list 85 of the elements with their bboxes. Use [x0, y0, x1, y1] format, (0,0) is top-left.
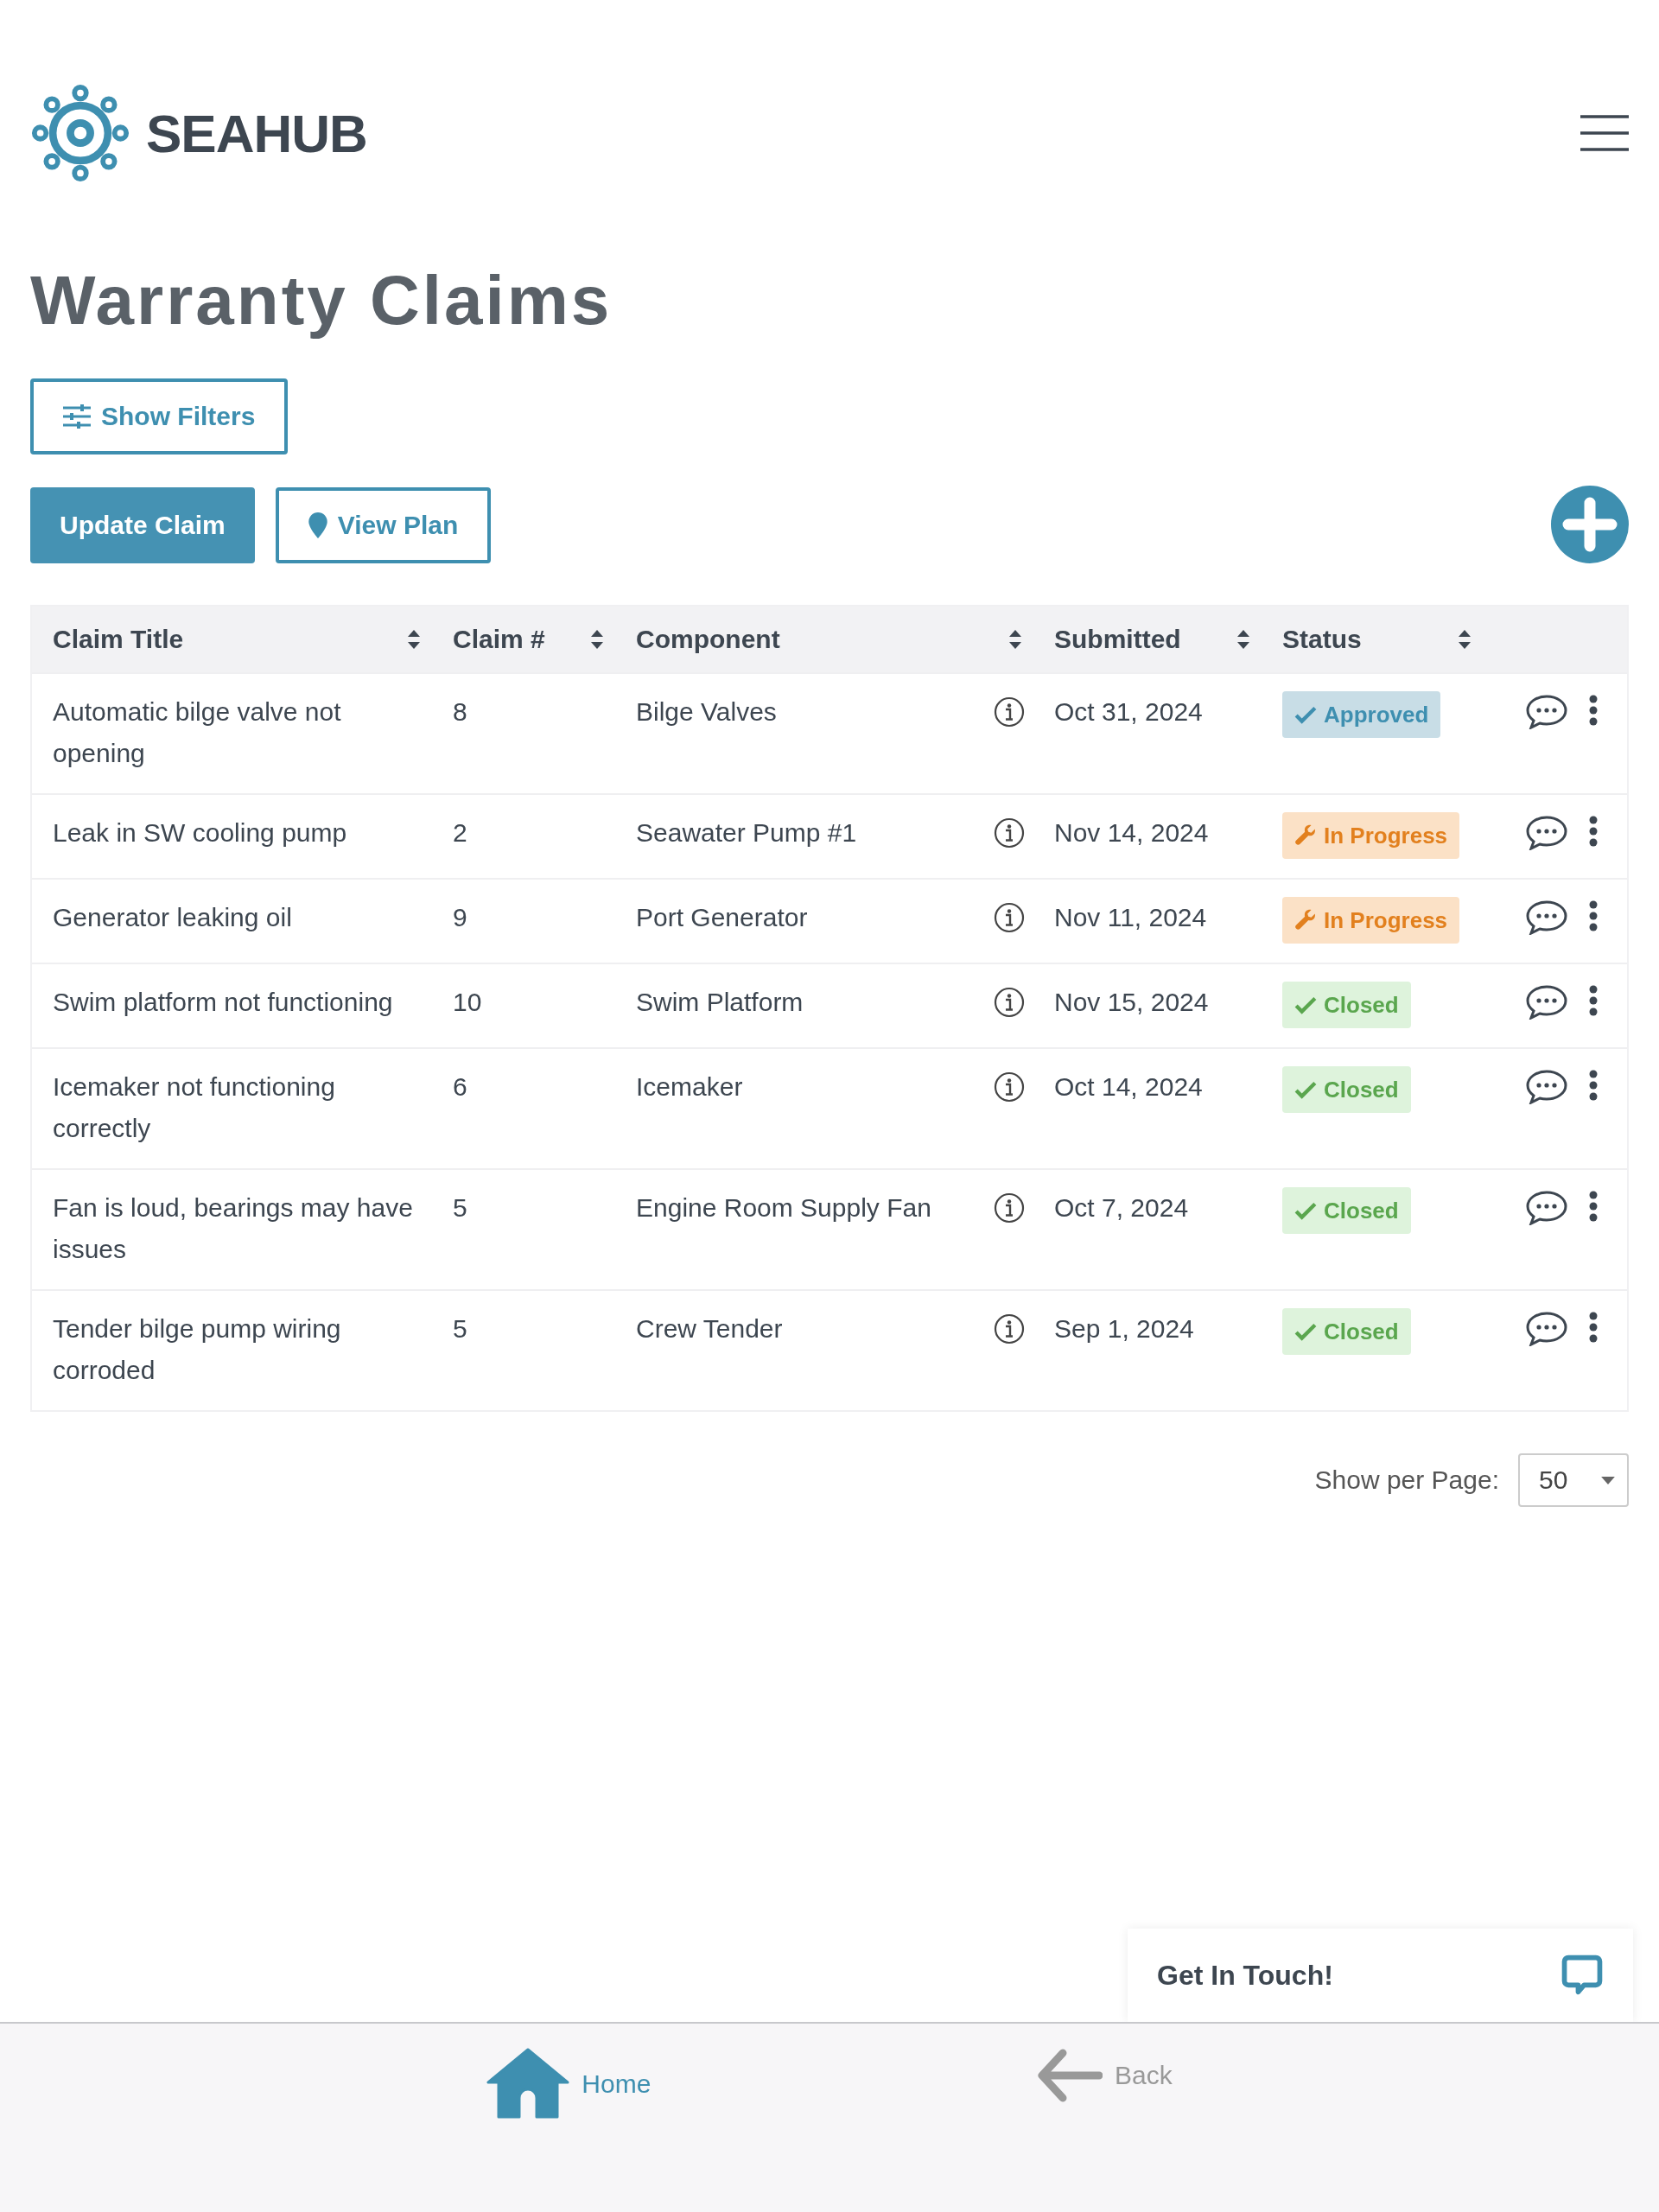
info-icon[interactable]	[994, 817, 1025, 849]
component-name: Swim Platform	[636, 987, 804, 1018]
submitted-date: Oct 7, 2024	[1054, 1193, 1189, 1222]
more-icon[interactable]	[1589, 1312, 1598, 1343]
column-header[interactable]: Claim #	[453, 625, 545, 654]
comment-icon[interactable]	[1526, 985, 1567, 1020]
claim-number: 10	[453, 988, 482, 1016]
status-badge: In Progress	[1282, 812, 1460, 859]
status-badge: Closed	[1282, 1066, 1411, 1113]
per-page-label: Show per Page:	[1314, 1465, 1499, 1495]
component-name: Seawater Pump #1	[636, 817, 857, 849]
more-icon[interactable]	[1589, 985, 1598, 1016]
status-badge: In Progress	[1282, 897, 1460, 944]
caret-icon	[1601, 1476, 1615, 1484]
column-header[interactable]: Claim Title	[53, 625, 184, 654]
wrench-icon	[1294, 824, 1317, 847]
more-icon[interactable]	[1589, 695, 1598, 726]
info-icon[interactable]	[994, 902, 1025, 933]
more-icon[interactable]	[1589, 900, 1598, 931]
submitted-date: Oct 14, 2024	[1054, 1072, 1203, 1101]
sort-icon[interactable]	[1459, 630, 1471, 649]
status-badge: Closed	[1282, 1308, 1411, 1355]
more-icon[interactable]	[1589, 1070, 1598, 1101]
wrench-icon	[1294, 909, 1317, 931]
status-badge: Closed	[1282, 1187, 1411, 1234]
claim-number: 5	[453, 1193, 467, 1222]
info-icon[interactable]	[994, 987, 1025, 1018]
column-header[interactable]: Submitted	[1054, 625, 1181, 654]
info-icon[interactable]	[994, 696, 1025, 728]
component-name: Bilge Valves	[636, 696, 777, 728]
column-header[interactable]: Component	[636, 625, 780, 654]
component-name: Crew Tender	[636, 1313, 783, 1344]
comment-icon[interactable]	[1526, 1070, 1567, 1104]
claim-number: 5	[453, 1314, 467, 1343]
comment-icon[interactable]	[1526, 900, 1567, 935]
home-icon	[486, 2048, 570, 2120]
info-icon[interactable]	[994, 1313, 1025, 1344]
claim-title: Automatic bilge valve not opening	[53, 697, 341, 767]
component-name: Port Generator	[636, 902, 808, 933]
comment-icon[interactable]	[1526, 1191, 1567, 1225]
claim-number: 2	[453, 818, 467, 847]
page-title: Warranty Claims	[30, 261, 613, 340]
claim-title: Fan is loud, bearings may have issues	[53, 1193, 413, 1263]
submitted-date: Oct 31, 2024	[1054, 697, 1203, 726]
claim-number: 8	[453, 697, 467, 726]
claim-title: Tender bilge pump wiring corroded	[53, 1314, 341, 1384]
status-badge: Closed	[1282, 982, 1411, 1028]
menu-icon[interactable]	[1580, 114, 1629, 152]
submitted-date: Sep 1, 2024	[1054, 1314, 1194, 1343]
per-page-select[interactable]: 50	[1518, 1453, 1629, 1507]
chat-bubble-icon	[1560, 1954, 1604, 1997]
submitted-date: Nov 14, 2024	[1054, 818, 1209, 847]
add-button[interactable]	[1551, 486, 1629, 563]
more-icon[interactable]	[1589, 816, 1598, 847]
submitted-date: Nov 11, 2024	[1054, 903, 1207, 931]
contact-card[interactable]: Get In Touch!	[1128, 1929, 1633, 2022]
claim-title: Generator leaking oil	[53, 903, 292, 931]
column-header[interactable]: Status	[1282, 625, 1362, 654]
info-icon[interactable]	[994, 1192, 1025, 1224]
claim-number: 6	[453, 1072, 467, 1101]
claim-title: Icemaker not functioning correctly	[53, 1072, 335, 1142]
sort-icon[interactable]	[591, 630, 603, 649]
comment-icon[interactable]	[1526, 1312, 1567, 1346]
claim-number: 9	[453, 903, 467, 931]
status-badge: Approved	[1282, 691, 1441, 738]
claim-title: Swim platform not functioning	[53, 988, 393, 1016]
contact-label: Get In Touch!	[1157, 1959, 1333, 1992]
sort-icon[interactable]	[408, 630, 420, 649]
comment-icon[interactable]	[1526, 816, 1567, 850]
back-arrow-icon	[1036, 2048, 1103, 2103]
component-name: Icemaker	[636, 1071, 743, 1103]
sliders-icon	[63, 404, 91, 429]
claim-title: Leak in SW cooling pump	[53, 818, 347, 847]
brand-name: SEAHUB	[146, 102, 367, 164]
more-icon[interactable]	[1589, 1191, 1598, 1222]
submitted-date: Nov 15, 2024	[1054, 988, 1209, 1016]
location-pin-icon	[308, 512, 327, 538]
info-icon[interactable]	[994, 1071, 1025, 1103]
logo-icon	[30, 83, 130, 183]
show-filters-button[interactable]: Show Filters	[30, 378, 289, 454]
action-button[interactable]: View Plan	[275, 487, 492, 563]
component-name: Engine Room Supply Fan	[636, 1192, 931, 1224]
sort-icon[interactable]	[1009, 630, 1021, 649]
sort-icon[interactable]	[1237, 630, 1249, 649]
comment-icon[interactable]	[1526, 695, 1567, 729]
